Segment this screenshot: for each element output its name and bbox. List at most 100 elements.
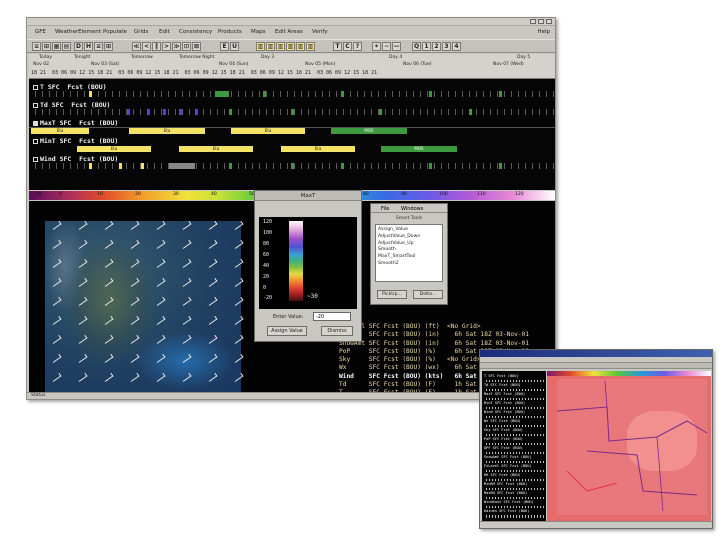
toolbar-button[interactable]: ▥: [306, 42, 315, 51]
toolbar-button[interactable]: ▤: [62, 42, 71, 51]
timeline-row-wind[interactable]: Wind SFC Fcst (BOU): [29, 152, 555, 170]
menu-windows[interactable]: Windows: [401, 205, 423, 214]
inset-row-label[interactable]: Td SFC Fcst (BOU): [484, 382, 544, 389]
inset-row-label[interactable]: MinT SFC Fcst (BOU): [484, 400, 544, 407]
toolbar-button[interactable]: ▥: [266, 42, 275, 51]
toolbar-button-2[interactable]: 2: [432, 42, 441, 51]
menu-edit-areas[interactable]: Edit Areas: [275, 29, 303, 35]
minimize-icon[interactable]: [530, 19, 536, 24]
inset-row-label[interactable]: Wx SFC Fcst (BOU): [484, 418, 544, 425]
menu-products[interactable]: Products: [218, 29, 242, 35]
grid-block[interactable]: [179, 109, 182, 115]
smart-tools-list[interactable]: Assign_Value AdjustValue_Down AdjustValu…: [375, 224, 443, 282]
row-checkbox[interactable]: [33, 121, 38, 126]
menu-help[interactable]: Help: [537, 29, 550, 35]
toolbar-button[interactable]: ~: [382, 42, 391, 51]
grid-block[interactable]: [215, 91, 229, 97]
grid-block[interactable]: [169, 163, 195, 169]
step-back-fast-button[interactable]: ≪: [132, 42, 141, 51]
grid-info-line[interactable]: QPF SFC Fcst (BOU) (in) 6h Sat 18Z 03-No…: [339, 331, 533, 339]
grid-block[interactable]: [499, 91, 502, 97]
enter-value-input[interactable]: -20: [313, 312, 351, 321]
toolbar-button-t[interactable]: T: [333, 42, 342, 51]
grid-block[interactable]: [127, 109, 130, 115]
toolbar-button[interactable]: D: [74, 42, 83, 51]
toolbar-button[interactable]: ≡: [94, 42, 103, 51]
toolbar-button[interactable]: ⊞: [104, 42, 113, 51]
grid-block[interactable]: [291, 109, 294, 115]
grid-block[interactable]: [229, 109, 232, 115]
list-item[interactable]: Smooth2: [378, 261, 440, 268]
grid-block[interactable]: [341, 163, 344, 169]
menu-file[interactable]: File: [381, 205, 389, 214]
toolbar-button-4[interactable]: 4: [452, 42, 461, 51]
grid-info-line[interactable]: SnowAmt SFC Fcst (BOU) (in) 6h Sat 18Z 0…: [339, 340, 533, 348]
inset-row-label[interactable]: MinRH SFC Fcst (BOU): [484, 481, 544, 488]
toolbar-button[interactable]: ⊠: [192, 42, 201, 51]
toolbar-button[interactable]: ⊡: [182, 42, 191, 51]
toolbar-button[interactable]: ▦: [52, 42, 61, 51]
pickup-button[interactable]: PickUp...: [377, 290, 407, 299]
toolbar-button[interactable]: —: [392, 42, 401, 51]
timeline-row-td[interactable]: Td SFC Fcst (BOU): [29, 98, 555, 116]
menu-gfe[interactable]: GFE: [35, 29, 46, 35]
pause-button[interactable]: ‖: [152, 42, 161, 51]
row-checkbox[interactable]: [33, 85, 38, 90]
toolbar-button-1[interactable]: 1: [422, 42, 431, 51]
value-pointer[interactable]: ~30: [307, 293, 318, 300]
step-back-button[interactable]: <: [142, 42, 151, 51]
toolbar-button[interactable]: ▥: [286, 42, 295, 51]
delta-button[interactable]: Delta...: [413, 290, 443, 299]
grid-block[interactable]: [89, 163, 92, 169]
toolbar-button-q[interactable]: Q: [412, 42, 421, 51]
menu-consistency[interactable]: Consistency: [179, 29, 212, 35]
inset-row-label[interactable]: T SFC Fcst (BOU): [484, 373, 544, 380]
row-checkbox[interactable]: [33, 103, 38, 108]
timeline-row-maxt[interactable]: MaxT SFC Fcst (BOU) Eta Eta Eta MOS: [29, 116, 555, 134]
toolbar-button[interactable]: ▥: [276, 42, 285, 51]
maximize-icon[interactable]: [538, 19, 544, 24]
grid-block[interactable]: [89, 91, 92, 97]
grid-block[interactable]: [119, 163, 122, 169]
menu-verify[interactable]: Verify: [312, 29, 328, 35]
grid-block[interactable]: [429, 91, 432, 97]
step-forward-fast-button[interactable]: ≫: [172, 42, 181, 51]
step-forward-button[interactable]: >: [162, 42, 171, 51]
grid-block[interactable]: [499, 163, 502, 169]
toolbar-button[interactable]: ⊞: [42, 42, 51, 51]
menu-edit[interactable]: Edit: [159, 29, 170, 35]
inset-row-label[interactable]: MaxRH SFC Fcst (BOU): [484, 490, 544, 497]
row-checkbox[interactable]: [33, 139, 38, 144]
menu-grids[interactable]: Grids: [134, 29, 148, 35]
inset-row-label[interactable]: SnowAmt SFC Fcst (BOU): [484, 454, 544, 461]
assign-value-button[interactable]: Assign Value: [267, 326, 307, 336]
toolbar-button-u[interactable]: U: [230, 42, 239, 51]
grid-block[interactable]: [341, 91, 344, 97]
toolbar-button-e[interactable]: E: [220, 42, 229, 51]
color-ramp[interactable]: [289, 221, 303, 301]
toolbar-button[interactable]: H: [84, 42, 93, 51]
toolbar-button-3[interactable]: 3: [442, 42, 451, 51]
grid-block[interactable]: [379, 109, 382, 115]
menu-weatherelement[interactable]: WeatherElement: [55, 29, 101, 35]
grid-block[interactable]: [469, 109, 472, 115]
close-icon[interactable]: [546, 19, 552, 24]
inset-row-label[interactable]: QPF SFC Fcst (BOU): [484, 445, 544, 452]
inset-row-label[interactable]: MaxT SFC Fcst (BOU): [484, 391, 544, 398]
toolbar-button-c[interactable]: C: [343, 42, 352, 51]
inset-row-label[interactable]: PoP SFC Fcst (BOU): [484, 436, 544, 443]
menu-maps[interactable]: Maps: [251, 29, 265, 35]
grid-block[interactable]: [195, 109, 198, 115]
help-icon[interactable]: ?: [353, 42, 362, 51]
grid-block[interactable]: [163, 109, 166, 115]
inset-row-label[interactable]: RH SFC Fcst (BOU): [484, 472, 544, 479]
timeline-row-t[interactable]: T SFC Fcst (BOU): [29, 80, 555, 98]
toolbar-button[interactable]: ▥: [256, 42, 265, 51]
inset-row-label[interactable]: WindGust SFC Fcst (BOU): [484, 499, 544, 506]
inset-row-label[interactable]: FzLevel SFC Fcst (BOU): [484, 463, 544, 470]
list-item[interactable]: AdjustValue_Down: [378, 234, 440, 241]
toolbar-button[interactable]: ≡: [32, 42, 41, 51]
timeline-row-mint[interactable]: MinT SFC Fcst (BOU) Eta Eta Eta MOS: [29, 134, 555, 152]
toolbar-button[interactable]: ▥: [296, 42, 305, 51]
grid-block[interactable]: [147, 109, 150, 115]
